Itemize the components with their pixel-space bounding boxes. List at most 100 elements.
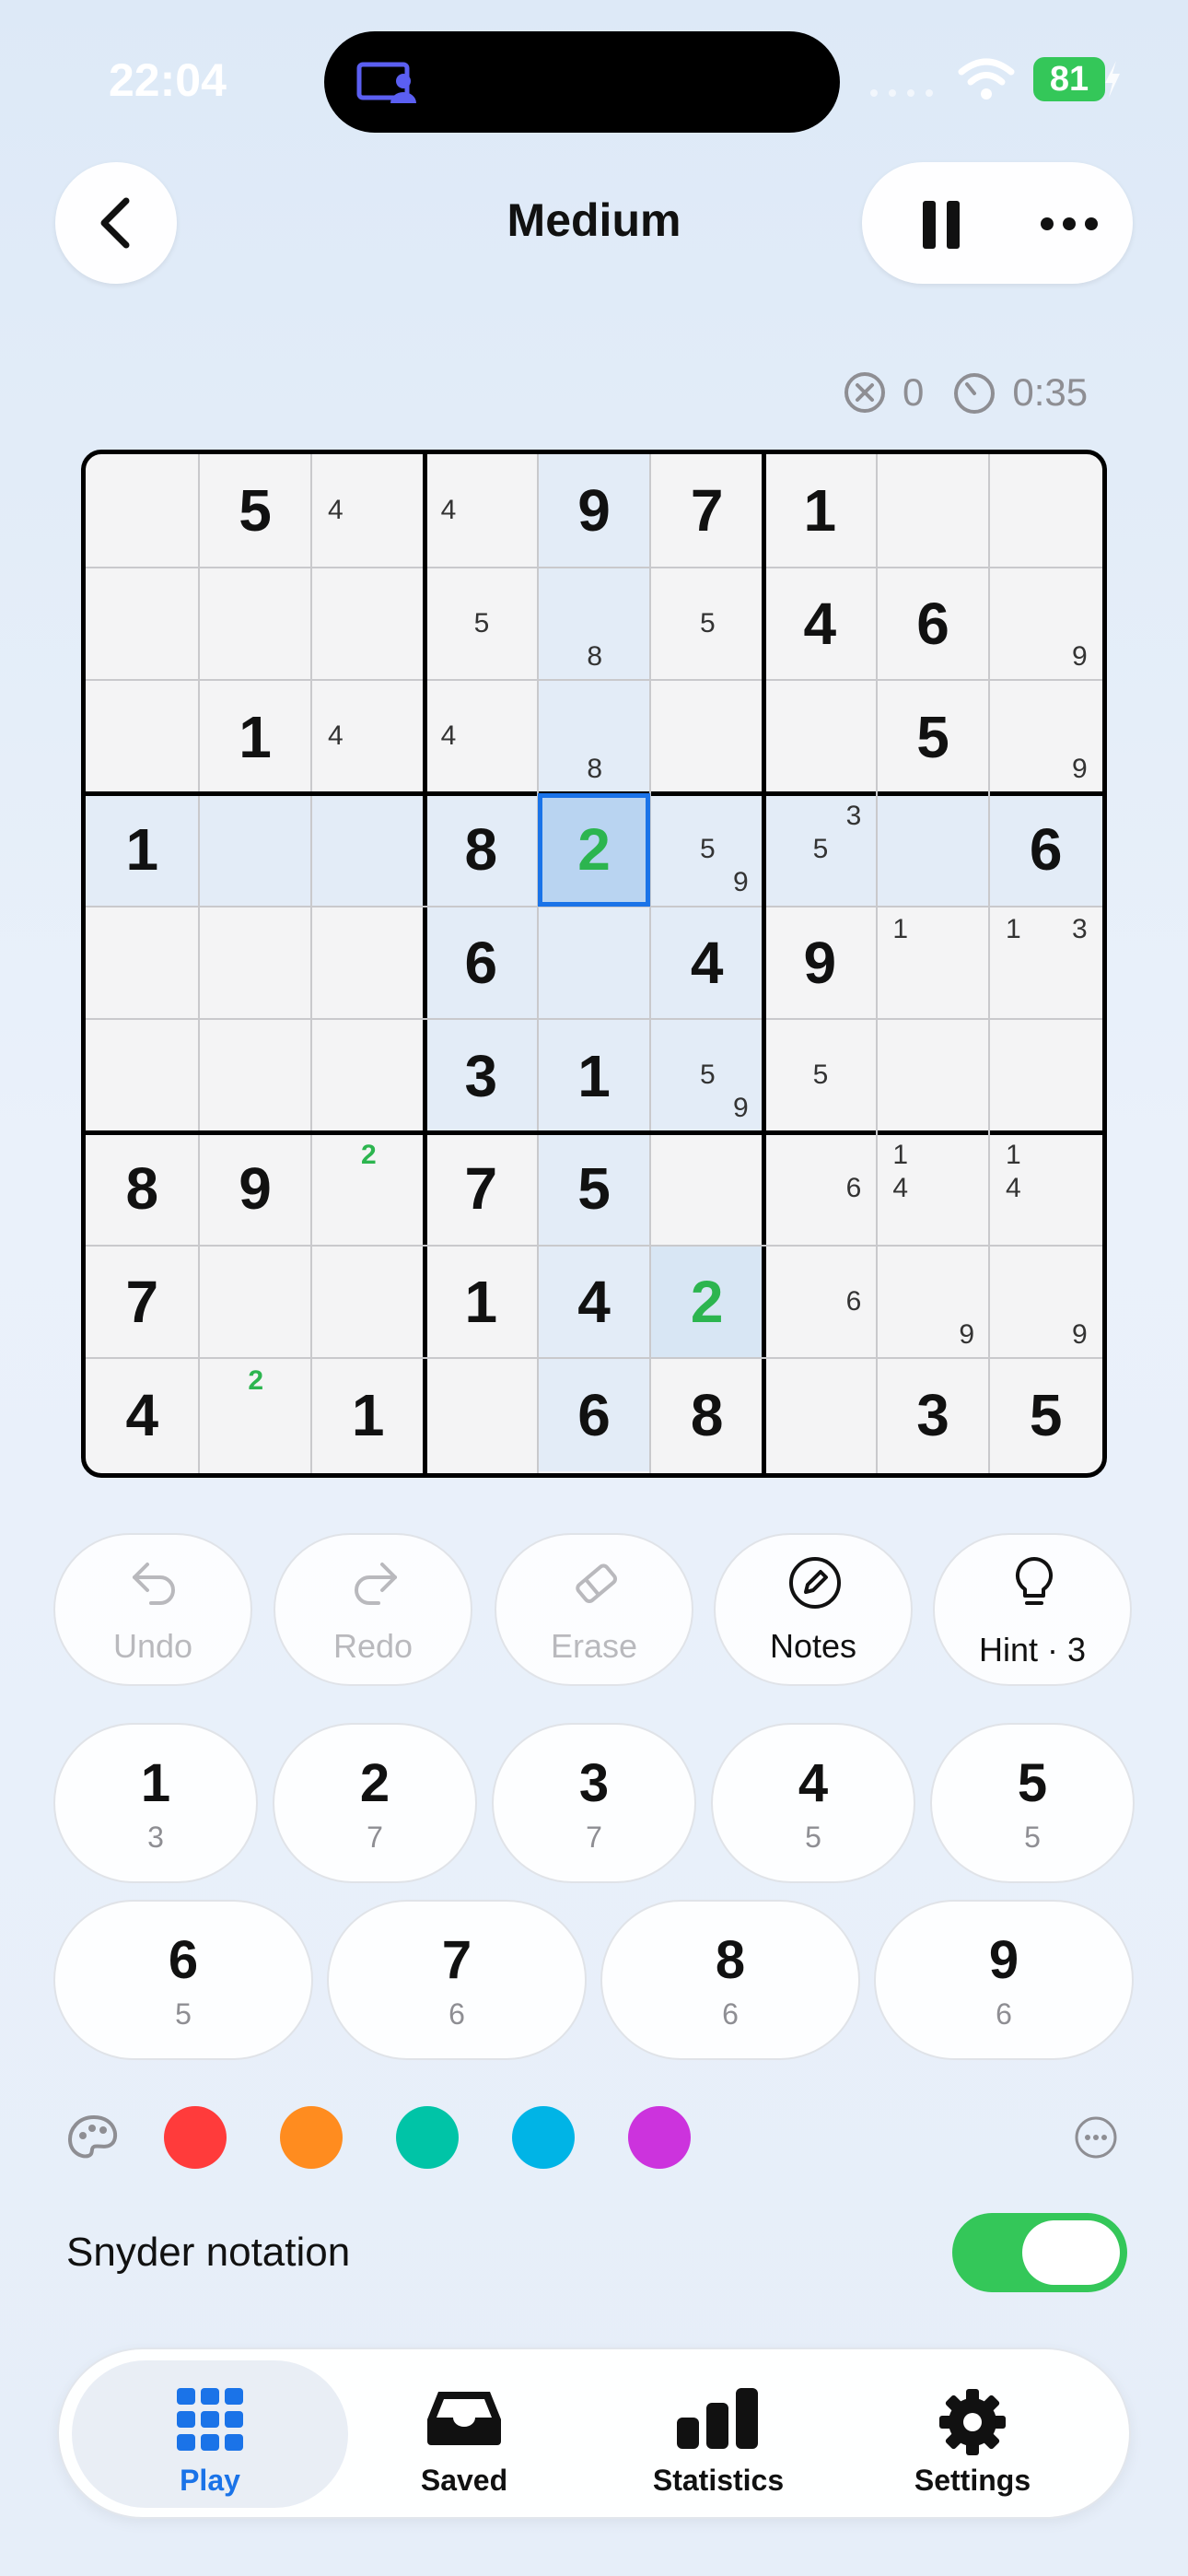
tab-statistics[interactable]: Statistics [580, 2360, 856, 2508]
sudoku-cell[interactable]: 1 [199, 680, 312, 793]
sudoku-cell[interactable] [86, 907, 199, 1020]
sudoku-cell[interactable] [199, 907, 312, 1020]
number-button-8[interactable]: 86 [600, 1900, 860, 2060]
number-button-1[interactable]: 13 [53, 1723, 258, 1883]
sudoku-cell[interactable] [311, 1246, 425, 1359]
sudoku-cell[interactable] [311, 907, 425, 1020]
sudoku-cell[interactable]: 7 [425, 1132, 538, 1246]
notes-button[interactable]: Notes [714, 1533, 913, 1686]
cell-value: 6 [464, 929, 498, 996]
sudoku-cell[interactable]: 6 [537, 1358, 651, 1471]
sudoku-cell[interactable] [199, 1019, 312, 1132]
cell-note: 4 [327, 495, 344, 525]
pause-icon[interactable] [921, 201, 961, 249]
sudoku-cell[interactable] [763, 680, 877, 793]
sudoku-cell[interactable]: 1 [311, 1358, 425, 1471]
sudoku-cell[interactable]: 1 [537, 1019, 651, 1132]
sudoku-cell[interactable]: 2 [650, 1245, 763, 1359]
sudoku-cell[interactable] [425, 1358, 538, 1471]
sudoku-cell[interactable] [86, 454, 199, 568]
tab-saved[interactable]: Saved [326, 2360, 602, 2508]
sudoku-cell[interactable] [86, 1019, 199, 1132]
tab-settings[interactable]: Settings [834, 2360, 1111, 2508]
number-button-2[interactable]: 27 [273, 1723, 477, 1883]
sudoku-cell[interactable] [198, 793, 312, 907]
grid-line [86, 1357, 1102, 1360]
sudoku-cell[interactable]: 9 [537, 454, 651, 568]
sudoku-cell[interactable] [877, 1019, 990, 1132]
number-button-4[interactable]: 45 [711, 1723, 915, 1883]
sudoku-cell[interactable]: 7 [650, 454, 763, 568]
sudoku-cell[interactable] [86, 568, 199, 681]
number-button-3[interactable]: 37 [492, 1723, 696, 1883]
sudoku-cell[interactable] [86, 680, 199, 793]
number-button-7[interactable]: 76 [327, 1900, 587, 2060]
palette-icon[interactable] [66, 2113, 122, 2161]
sudoku-cell[interactable]: 6 [877, 568, 990, 681]
cell-value: 8 [464, 816, 498, 884]
snyder-notation-toggle[interactable] [952, 2213, 1127, 2292]
sudoku-cell[interactable]: 4 [537, 1245, 651, 1359]
more-icon[interactable] [1039, 216, 1100, 232]
cell-value: 1 [351, 1381, 385, 1448]
sudoku-cell[interactable] [989, 1019, 1102, 1132]
sudoku-cell[interactable]: 3 [877, 1358, 990, 1471]
cell-value [311, 1246, 425, 1359]
eraser-icon [576, 1563, 617, 1604]
sudoku-cell[interactable] [199, 1246, 312, 1359]
sudoku-cell[interactable]: 7 [86, 1246, 199, 1359]
sudoku-cell[interactable]: 4 [763, 568, 877, 681]
number-button-9[interactable]: 96 [874, 1900, 1134, 2060]
sudoku-cell[interactable]: 5 [199, 454, 312, 568]
sudoku-cell[interactable]: 3 [425, 1019, 538, 1132]
back-button[interactable] [55, 162, 177, 284]
signal-icon [870, 89, 933, 97]
color-swatch[interactable] [164, 2106, 227, 2169]
cell-value [86, 568, 199, 681]
sudoku-cell[interactable] [877, 454, 990, 568]
sudoku-cell[interactable] [311, 793, 425, 907]
number-remaining-count: 5 [805, 1821, 821, 1854]
sudoku-cell[interactable]: 4 [650, 906, 763, 1020]
sudoku-cell[interactable]: 9 [763, 907, 877, 1020]
color-swatch[interactable] [512, 2106, 575, 2169]
number-button-5[interactable]: 55 [930, 1723, 1135, 1883]
hint-button[interactable]: Hint · 3 [933, 1533, 1132, 1686]
undo-button[interactable]: Undo [53, 1533, 252, 1686]
sudoku-cell[interactable] [989, 454, 1102, 568]
sudoku-cell[interactable]: 6 [425, 906, 538, 1020]
tab-bar: Play Saved Statistics Settings [57, 2348, 1131, 2519]
erase-button[interactable]: Erase [495, 1533, 693, 1686]
sudoku-cell[interactable]: 9 [199, 1132, 312, 1246]
sudoku-cell[interactable] [311, 1019, 425, 1132]
sudoku-cell[interactable]: 1 [425, 1246, 538, 1359]
tab-play[interactable]: Play [72, 2360, 348, 2508]
color-swatch[interactable] [396, 2106, 459, 2169]
sudoku-cell[interactable]: 2 [537, 793, 651, 907]
sudoku-cell[interactable]: 5 [537, 1132, 651, 1246]
sudoku-cell[interactable] [199, 568, 312, 681]
sudoku-cell[interactable]: 1 [86, 793, 199, 907]
sudoku-cell[interactable]: 4 [86, 1358, 199, 1471]
sudoku-cell[interactable]: 8 [650, 1358, 763, 1471]
sudoku-cell[interactable]: 8 [425, 793, 538, 907]
cell-note: 5 [812, 1060, 829, 1091]
sudoku-cell[interactable] [763, 1358, 877, 1471]
sudoku-cell[interactable] [650, 680, 763, 793]
sudoku-cell[interactable]: 5 [877, 680, 990, 793]
color-swatch[interactable] [628, 2106, 691, 2169]
color-swatch[interactable] [280, 2106, 343, 2169]
more-colors-icon[interactable] [1074, 2115, 1118, 2160]
sudoku-cell[interactable] [311, 568, 425, 681]
number-button-6[interactable]: 65 [53, 1900, 313, 2060]
cell-note: 4 [327, 720, 344, 752]
sudoku-cell[interactable]: 5 [989, 1358, 1102, 1471]
redo-button[interactable]: Redo [274, 1533, 472, 1686]
sudoku-cell[interactable] [650, 1132, 763, 1246]
sudoku-cell[interactable] [537, 906, 651, 1020]
cell-value: 8 [125, 1155, 159, 1223]
sudoku-cell[interactable]: 8 [86, 1132, 199, 1246]
sudoku-cell[interactable]: 6 [989, 793, 1102, 907]
sudoku-cell[interactable] [876, 793, 990, 907]
sudoku-cell[interactable]: 1 [763, 454, 877, 568]
